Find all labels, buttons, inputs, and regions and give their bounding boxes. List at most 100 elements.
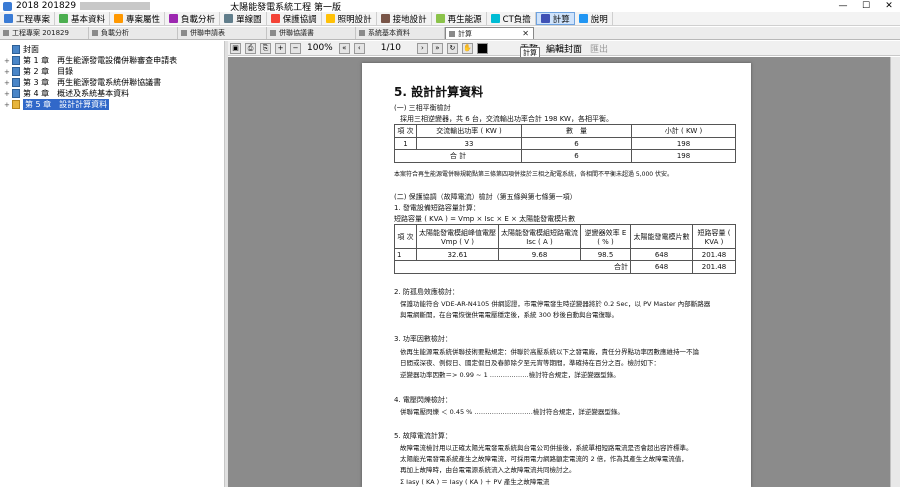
menu-icon: [59, 14, 69, 23]
menu-item-2[interactable]: 專案屬性: [110, 12, 166, 25]
chapter-doc-icon: [12, 89, 20, 98]
menu-item-10[interactable]: 計算: [535, 12, 575, 25]
menu-label: 專案屬性: [126, 14, 161, 25]
menu-label: 照明設計: [337, 14, 372, 25]
tab-3[interactable]: 併聯協議書: [267, 27, 356, 39]
menu-label: 計算: [552, 14, 570, 25]
table-cell: 648: [630, 260, 693, 274]
color-swatch-icon[interactable]: [476, 42, 488, 54]
menu-label: 工程專案: [16, 14, 51, 25]
menu-item-3[interactable]: 負載分析: [165, 12, 221, 25]
menu-label: 單線圖: [236, 14, 262, 25]
tree-item[interactable]: + 第 5 章 設計計算資料: [4, 99, 110, 110]
expand-toggle-icon[interactable]: +: [4, 101, 10, 109]
page-indicator: 1/10: [380, 43, 401, 53]
table-total-row: 合計 648 201.48: [394, 260, 736, 274]
short-circuit-table: 項 次 太陽能發電模組峰值電壓 Vmp ( V ) 太陽能發電模組短路電流 Is…: [394, 224, 736, 274]
menu-label: 保護協調: [282, 14, 317, 25]
last-page-icon[interactable]: »: [431, 42, 443, 54]
document-page: 5. 設計計算資料 (一) 三相平衡檢討 採用三相逆變器，共 6 台，交流輸出功…: [362, 63, 751, 487]
hand-tool-icon[interactable]: ✋: [461, 42, 473, 54]
tab-0[interactable]: 工程專案 201829: [0, 27, 89, 39]
tree-item-label: 第 2 章 目錄: [23, 67, 74, 76]
refresh-icon[interactable]: ↻: [446, 42, 458, 54]
section-2-1-title: 1. 發電設備短路容量計算：: [394, 204, 480, 212]
print-setup-icon[interactable]: ⎘: [260, 42, 271, 54]
menu-icon: [490, 14, 500, 23]
table-cell: 32.61: [416, 248, 499, 261]
menu-label: 負載分析: [181, 14, 216, 25]
save-icon[interactable]: ▣: [230, 42, 241, 54]
viewer-toolbar: ▣ ⎙ ⎘ + − 100% « ‹ 1/10 › » ↻ ✋ 重整 編輯封面 …: [228, 41, 900, 56]
menu-item-7[interactable]: 接地設計: [377, 12, 432, 25]
first-page-icon[interactable]: «: [338, 42, 350, 54]
zoom-select[interactable]: 100%: [307, 43, 333, 53]
section-2-4-title: 4. 電壓閃爍檢討：: [394, 396, 452, 404]
maximize-button[interactable]: ☐: [855, 0, 877, 12]
tab-label: 負載分析: [101, 29, 129, 37]
menu-icon: [325, 14, 335, 23]
section-2-title: (二) 保護協調（故障電流）檢討（第五條與第七條第一項）: [394, 193, 577, 201]
window-title: 太陽能發電系統工程 第一版: [230, 2, 341, 13]
table-total-row: 合 計 6 198: [394, 149, 736, 163]
menu-item-9[interactable]: CT負擔: [487, 12, 536, 25]
menu-item-4[interactable]: 單線圖: [220, 12, 267, 25]
tree-item[interactable]: + 第 1 章 再生能源發電設備併聯審查申請表: [4, 55, 177, 66]
menu-item-11[interactable]: 說明: [575, 12, 613, 25]
menu-icon: [578, 14, 588, 23]
table-header-row: 項 次 交流輸出功率 ( KW ) 數 量 小計 ( KW ): [394, 124, 736, 138]
fault-current-text-2: 太陽能光電發電系統產生之故障電流，可採用電力網路額定電流的 2 倍，作為其產生之…: [400, 455, 688, 463]
table-cell: 交流輸出功率 ( KW ): [416, 124, 522, 138]
chapter-doc-icon: [12, 67, 20, 76]
tab-1[interactable]: 負載分析: [89, 27, 178, 39]
chapter-doc-icon: [12, 56, 20, 65]
tab-label: 併聯申請表: [190, 29, 225, 37]
tree-item[interactable]: + 第 3 章 再生能源發電系統併聯協議書: [4, 77, 161, 88]
expand-toggle-icon[interactable]: +: [4, 90, 10, 98]
menu-item-8[interactable]: 再生能源: [432, 12, 487, 25]
prev-page-icon[interactable]: ‹: [353, 42, 365, 54]
expand-toggle-icon[interactable]: +: [4, 79, 10, 87]
zoom-out-icon[interactable]: −: [290, 42, 301, 54]
expand-toggle-icon[interactable]: +: [4, 68, 10, 76]
tab-2[interactable]: 併聯申請表: [178, 27, 267, 39]
table-cell: 逆變器效率 E ( % ): [580, 224, 631, 249]
minimize-button[interactable]: —: [832, 0, 854, 12]
menu-item-0[interactable]: 工程專案: [0, 12, 56, 25]
tab-5[interactable]: 計算 ✕: [445, 27, 534, 39]
tab-doc-icon: [270, 30, 276, 36]
close-button[interactable]: ✕: [878, 0, 900, 12]
tree-item[interactable]: 封面: [4, 44, 39, 55]
tab-close-icon[interactable]: ✕: [522, 29, 529, 38]
table-cell: 198: [631, 137, 736, 150]
table-cell: 9.68: [498, 248, 581, 261]
expand-toggle-icon[interactable]: +: [4, 57, 10, 65]
tab-label: 計算: [458, 29, 472, 38]
power-factor-text-3: 逆變器功率因數＝> 0.99 ~ 1 ………………檢討符合規定，詳逆變器型錄。: [400, 371, 620, 379]
export-button[interactable]: 匯出: [590, 42, 608, 55]
menu-item-1[interactable]: 基本資料: [55, 12, 111, 25]
table-cell: 648: [630, 248, 693, 261]
tree-item[interactable]: + 第 4 章 概述及系統基本資料: [4, 88, 129, 99]
section-2-5-title: 5. 故障電流計算：: [394, 432, 452, 440]
table-cell: 98.5: [580, 248, 631, 261]
menu-icon: [380, 14, 390, 23]
menu-item-6[interactable]: 照明設計: [322, 12, 377, 25]
table-cell: 1: [394, 248, 417, 261]
tab-4[interactable]: 系統基本資料: [356, 27, 445, 39]
table-cell: 項 次: [394, 124, 417, 138]
table-cell: 小計 ( KW ): [631, 124, 736, 138]
zoom-in-icon[interactable]: +: [275, 42, 286, 54]
table-cell: 太陽能發電模片數: [630, 224, 693, 249]
tab-doc-icon: [181, 30, 187, 36]
tree-item[interactable]: + 第 2 章 目錄: [4, 66, 73, 77]
viewer-scrollbar[interactable]: [890, 57, 900, 487]
redacted-block: [80, 2, 151, 10]
menu-item-5[interactable]: 保護協調: [267, 12, 322, 25]
edit-cover-button[interactable]: 編輯封面: [546, 42, 582, 55]
menu-icon: [114, 14, 124, 23]
menu-label: CT負擔: [502, 14, 531, 25]
next-page-icon[interactable]: ›: [416, 42, 428, 54]
table-cell: 198: [631, 149, 736, 163]
print-icon[interactable]: ⎙: [245, 42, 256, 54]
